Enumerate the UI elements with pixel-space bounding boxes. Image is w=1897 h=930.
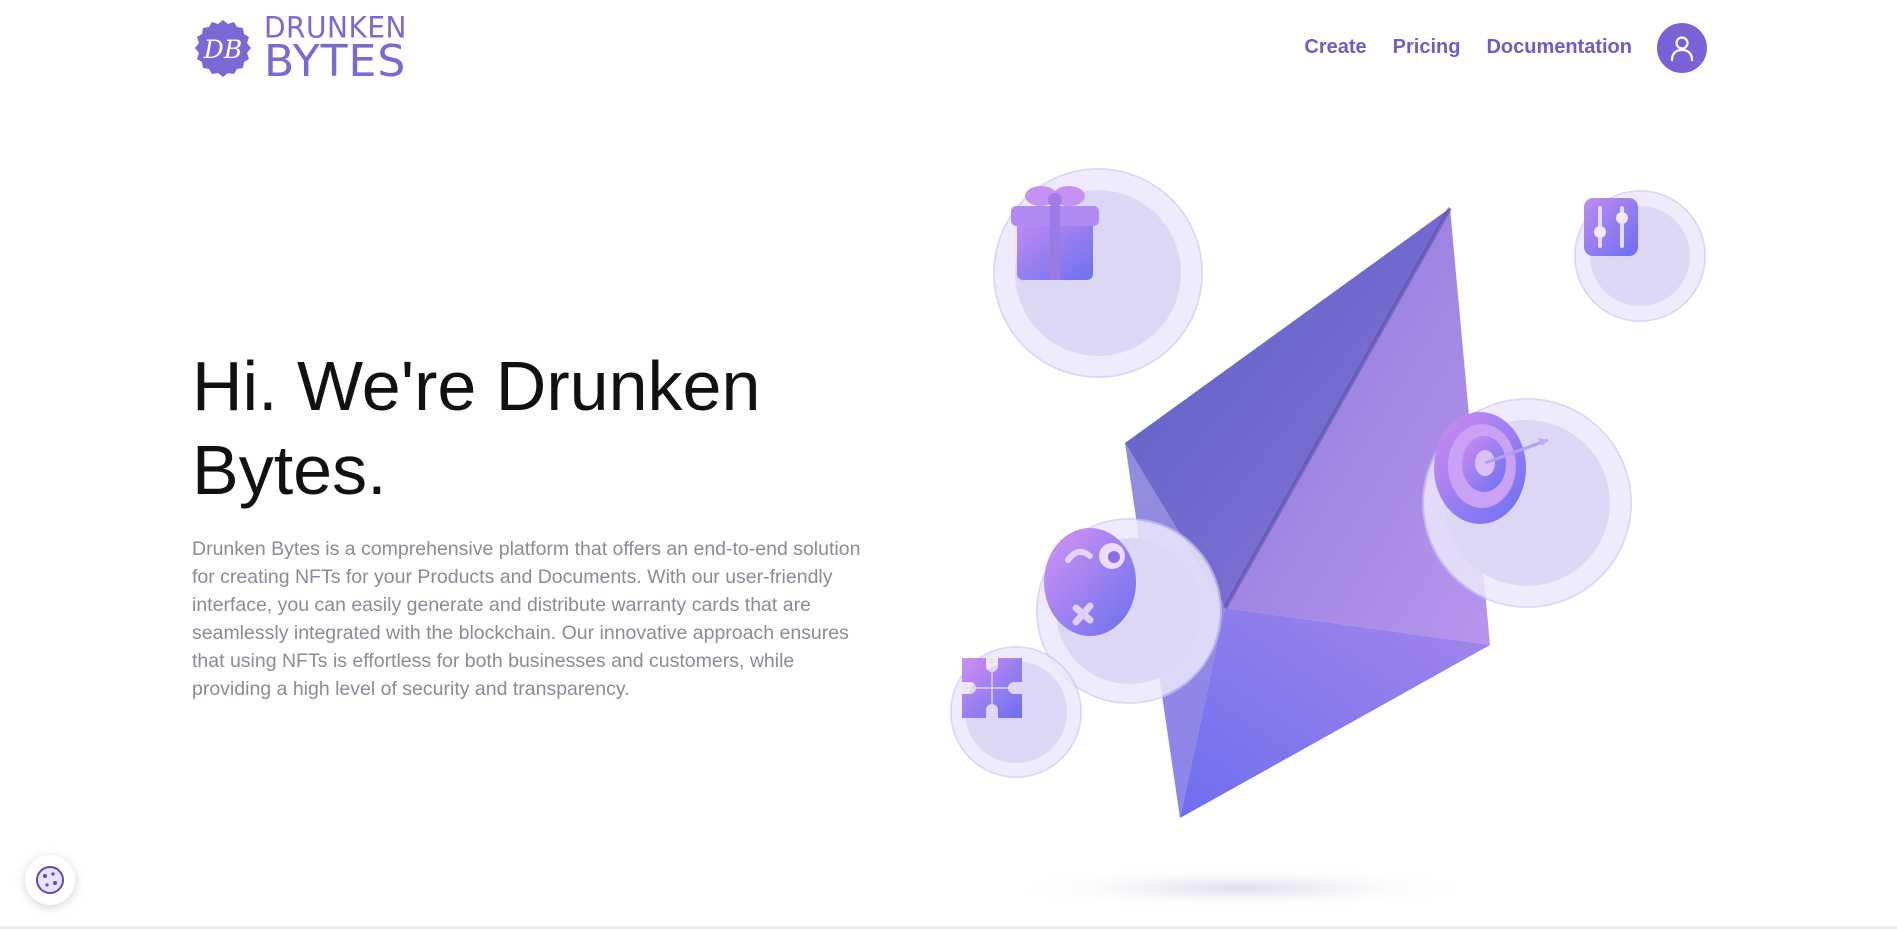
sliders-icon xyxy=(1584,198,1638,256)
logo-badge-icon: DB xyxy=(195,20,251,77)
nav-pricing[interactable]: Pricing xyxy=(1393,36,1461,59)
brand-name-line1: DRUNKEN xyxy=(264,10,407,45)
account-button[interactable] xyxy=(1657,23,1707,73)
gift-icon xyxy=(1011,186,1099,280)
illustration-shadow xyxy=(1010,866,1470,910)
brand-name-line2: BYTES xyxy=(264,36,407,87)
hero-illustration xyxy=(940,160,1740,930)
cookie-settings-button[interactable] xyxy=(25,855,75,905)
gift-bubble xyxy=(995,170,1201,376)
nav-documentation[interactable]: Documentation xyxy=(1486,36,1632,59)
target-icon xyxy=(1434,412,1549,524)
puzzle-icon xyxy=(962,658,1022,718)
puzzle-bubble xyxy=(952,648,1080,776)
main-nav: Create Pricing Documentation xyxy=(1304,36,1632,59)
hero-description: Drunken Bytes is a comprehensive platfor… xyxy=(192,538,861,700)
brand-wordmark: DRUNKEN BYTES xyxy=(264,10,407,87)
logo-monogram: DB xyxy=(203,35,242,64)
hero-title: Hi. We're Drunken Bytes. xyxy=(192,347,761,509)
brand-logo[interactable]: DB DRUNKEN BYTES xyxy=(192,10,407,87)
target-bubble xyxy=(1424,400,1630,606)
sliders-bubble xyxy=(1576,192,1704,320)
face-icon xyxy=(1044,528,1136,636)
cookie-icon xyxy=(36,866,64,894)
user-icon xyxy=(1670,36,1694,62)
nav-create[interactable]: Create xyxy=(1304,36,1366,59)
